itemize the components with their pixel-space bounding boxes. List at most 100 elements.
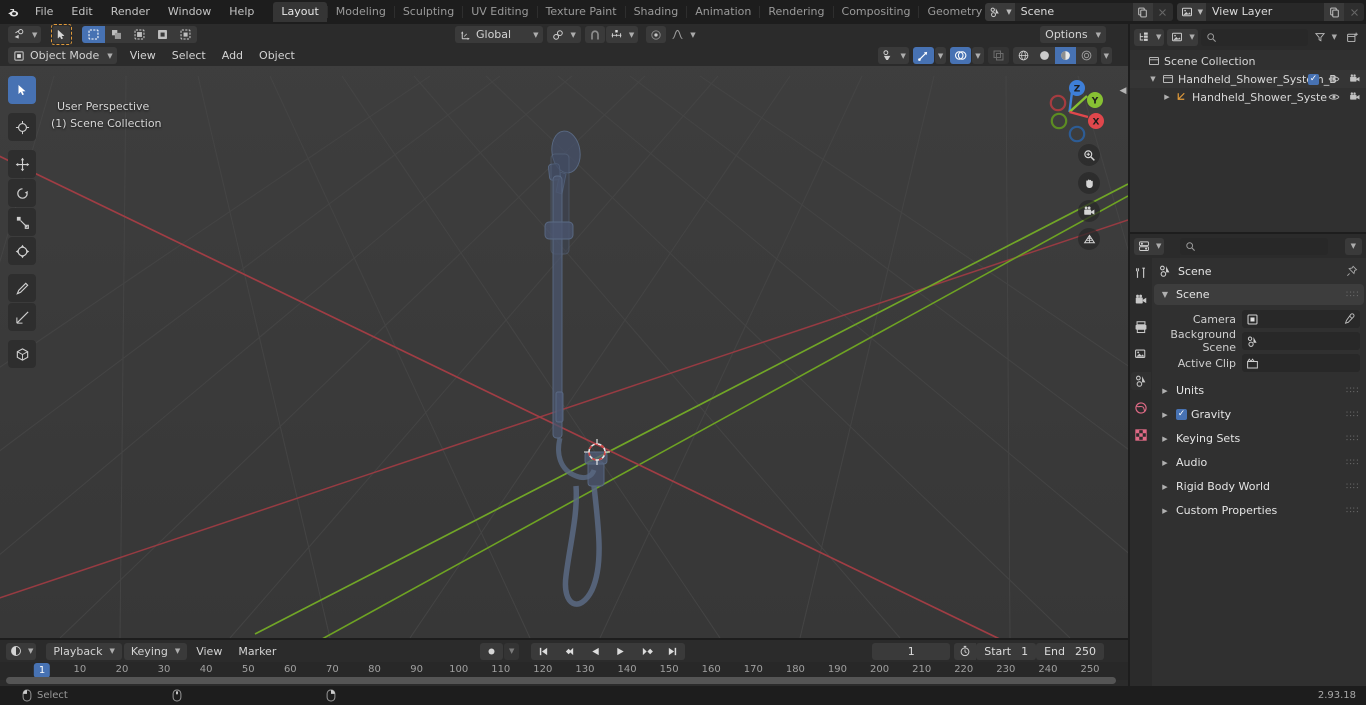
gizmo-toggle-button[interactable] — [912, 47, 934, 64]
new-collection-button[interactable] — [1343, 29, 1362, 46]
view-layer-selector[interactable]: ▼ View Layer — [1176, 3, 1364, 21]
workspace-tab-animation[interactable]: Animation — [687, 2, 759, 22]
jump-start-icon[interactable] — [531, 642, 557, 660]
panel-rigid-body-world[interactable]: ▶ Rigid Body World ∷∷ — [1154, 476, 1364, 497]
menu-help[interactable]: Help — [220, 3, 263, 21]
play-reverse-icon[interactable] — [583, 642, 609, 660]
current-frame-field[interactable]: 1 — [872, 642, 951, 660]
viewport-menu-select[interactable]: Select — [165, 47, 213, 64]
menu-render[interactable]: Render — [102, 3, 159, 21]
select-mode-group[interactable] — [82, 26, 198, 43]
timeline-menu-view[interactable]: View — [189, 643, 229, 660]
3d-viewport[interactable]: ▼ Global ▼ ▼ ▼ ▼ Options ▼ Object Mode ▼… — [0, 24, 1128, 638]
timeline-menu-keying[interactable]: Keying ▼ — [123, 642, 188, 660]
outliner-editor-type-selector[interactable]: ▼ — [1134, 28, 1165, 46]
panel-audio[interactable]: ▶ Audio ∷∷ — [1154, 452, 1364, 473]
scale-tool[interactable] — [8, 208, 36, 236]
expand-triangle-2[interactable]: ▶ — [1162, 93, 1172, 101]
timeline-menu-playback[interactable]: Playback ▼ — [46, 642, 122, 660]
object-mode-selector[interactable]: Object Mode ▼ — [8, 47, 117, 64]
workspace-tab-compositing[interactable]: Compositing — [834, 2, 919, 22]
world-tab[interactable] — [1131, 399, 1151, 417]
panel-units[interactable]: ▶ Units ∷∷ — [1154, 380, 1364, 401]
shading-mode-rendered[interactable] — [1075, 47, 1097, 64]
add-cube-tool[interactable] — [8, 340, 36, 368]
outliner-editor[interactable]: ▼ ▼ ▼ Scene Collection ▼ Handheld_Shower… — [1130, 24, 1366, 232]
shading-mode-material-preview[interactable] — [1054, 47, 1076, 64]
shading-mode-solid[interactable] — [1033, 47, 1055, 64]
timeline-editor[interactable]: ▼ Playback ▼ Keying ▼ View Marker ▼ 1 St… — [0, 640, 1128, 686]
workspace-tab-shading[interactable]: Shading — [626, 2, 687, 22]
object-visibility-dropdown[interactable]: ▼ — [878, 47, 909, 64]
workspace-tab-texture-paint[interactable]: Texture Paint — [538, 2, 625, 22]
panel-keying-sets[interactable]: ▶ Keying Sets ∷∷ — [1154, 428, 1364, 449]
workspace-tab-sculpting[interactable]: Sculpting — [395, 2, 462, 22]
move-tool[interactable] — [8, 150, 36, 178]
outliner-row-0[interactable]: Scene Collection — [1130, 52, 1366, 70]
properties-editor-type-selector[interactable]: ▼ — [1134, 237, 1165, 255]
outliner-row-1[interactable]: ▼ Handheld_Shower_System_B ✓ — [1130, 70, 1366, 88]
properties-search-input[interactable] — [1180, 237, 1329, 255]
record-icon[interactable] — [480, 642, 503, 660]
playback-buttons[interactable] — [531, 642, 686, 660]
properties-options-dropdown[interactable]: ▼ — [1344, 237, 1362, 255]
unlink-scene-button[interactable] — [1152, 3, 1173, 21]
gizmo-dropdown[interactable]: ▼ — [934, 47, 947, 64]
timeline-editor-type-selector[interactable]: ▼ — [6, 642, 37, 660]
outliner-filter-button[interactable]: ▼ — [1311, 29, 1340, 46]
panel-custom-properties[interactable]: ▶ Custom Properties ∷∷ — [1154, 500, 1364, 521]
select-mode-extend[interactable] — [105, 26, 129, 43]
pin-icon[interactable] — [1346, 265, 1358, 277]
viewport-menu-view[interactable]: View — [123, 47, 163, 64]
measure-tool[interactable] — [8, 303, 36, 331]
snap-toggle-button[interactable] — [584, 26, 605, 43]
toggle-ortho-icon[interactable] — [1078, 228, 1100, 250]
tool-tab[interactable] — [1131, 264, 1151, 282]
visibility-eye-icon[interactable] — [1328, 73, 1340, 85]
outliner-search-input[interactable] — [1200, 28, 1308, 46]
navigation-gizmo[interactable]: ZY X — [1034, 72, 1110, 148]
render-tab[interactable] — [1131, 291, 1151, 309]
transform-orientation-selector[interactable]: Global ▼ — [455, 26, 544, 43]
output-tab[interactable] — [1131, 318, 1151, 336]
scene-selector[interactable]: ▼ Scene — [985, 3, 1173, 21]
cursor-tool[interactable] — [8, 113, 36, 141]
shading-mode-group[interactable] — [1012, 47, 1097, 64]
timeline-menu-marker[interactable]: Marker — [231, 643, 283, 660]
timeline-horizontal-scrollbar[interactable] — [6, 677, 1116, 684]
workspace-tab-layout[interactable]: Layout — [273, 2, 327, 22]
record-dropdown[interactable]: ▼ — [504, 642, 520, 660]
scene-name[interactable]: Scene — [1014, 3, 1133, 21]
view-layer-browse-icon[interactable]: ▼ — [1176, 3, 1206, 21]
prev-keyframe-icon[interactable] — [556, 642, 584, 660]
new-view-layer-button[interactable] — [1324, 3, 1344, 21]
sidebar-collapse-arrow[interactable]: ◀ — [1118, 78, 1128, 104]
start-frame-field[interactable]: Start 1 — [976, 642, 1037, 660]
select-mode-set[interactable] — [82, 26, 106, 43]
snap-mode-selector[interactable]: ▼ — [605, 26, 639, 43]
pan-hand-icon[interactable] — [1078, 172, 1100, 194]
shading-dropdown[interactable]: ▼ — [1100, 47, 1112, 64]
play-icon[interactable] — [608, 642, 634, 660]
zoom-icon[interactable] — [1078, 144, 1100, 166]
new-scene-button[interactable] — [1132, 3, 1153, 21]
view-layer-tab[interactable] — [1131, 345, 1151, 363]
annotate-tool[interactable] — [8, 274, 36, 302]
next-keyframe-icon[interactable] — [633, 642, 661, 660]
rotate-tool[interactable] — [8, 179, 36, 207]
proportional-falloff-selector[interactable]: ▼ — [667, 26, 699, 43]
viewport-menu-object[interactable]: Object — [252, 47, 302, 64]
field-input-2[interactable] — [1242, 354, 1360, 372]
texture-tab[interactable] — [1131, 426, 1151, 444]
blender-logo-icon[interactable] — [0, 0, 26, 24]
workspace-tab-modeling[interactable]: Modeling — [328, 2, 394, 22]
select-mode-invert[interactable] — [151, 26, 175, 43]
scene-browse-icon[interactable]: ▼ — [985, 3, 1015, 21]
xray-toggle-button[interactable] — [987, 47, 1009, 64]
snap-target-selector[interactable]: ▼ — [547, 26, 581, 43]
field-input-1[interactable] — [1242, 332, 1360, 350]
scene-panel-header[interactable]: ▼ Scene ∷∷ — [1154, 284, 1364, 305]
end-frame-field[interactable]: End 250 — [1036, 642, 1104, 660]
menu-file[interactable]: File — [26, 3, 62, 21]
row-checkbox[interactable]: ✓ — [1308, 73, 1319, 85]
